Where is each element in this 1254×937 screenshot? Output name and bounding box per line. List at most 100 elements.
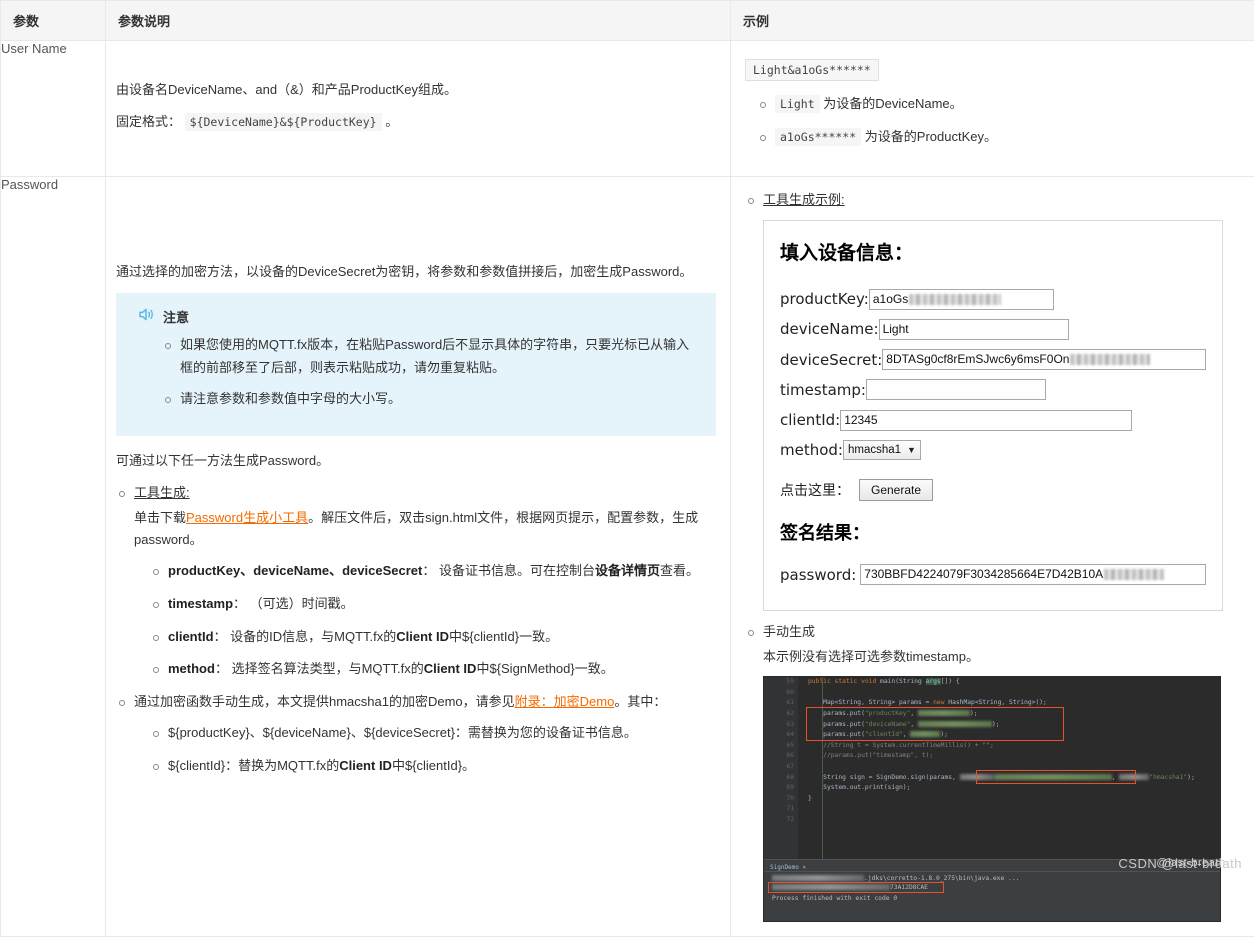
line-number: 69 bbox=[764, 783, 798, 794]
code-screenshot: 59 60 61 62 63 64 65 66 67 bbox=[763, 676, 1221, 922]
code-line: //String t = System.currentTimeMillis() … bbox=[808, 741, 1220, 752]
speaker-icon bbox=[138, 307, 155, 325]
manual-item2-post: 中${clientId}。 bbox=[392, 758, 475, 773]
redacted-mask bbox=[909, 294, 1001, 305]
tool-widget-title: 填入设备信息： bbox=[780, 237, 1206, 270]
list-item: 请注意参数和参数值中字母的大小写。 bbox=[164, 388, 698, 411]
note-list: 如果您使用的MQTT.fx版本，在粘贴Password后不显示具体的字符串，只要… bbox=[134, 334, 698, 411]
code-line: params.put("productKey", ); bbox=[808, 709, 1220, 720]
tool-example-title: 工具生成示例: bbox=[763, 192, 845, 207]
line-number: 62 bbox=[764, 709, 798, 720]
method-select[interactable]: hmacsha1 ▼ bbox=[843, 440, 921, 460]
manual-example-item: 手动生成 本示例没有选择可选参数timestamp。 59 60 61 62 bbox=[747, 621, 1240, 923]
productkey-label: productKey: bbox=[780, 286, 869, 312]
method-manual: 通过加密函数手动生成，本文提供hmacsha1的加密Demo，请参见附录：加密D… bbox=[118, 691, 716, 777]
line-number: 61 bbox=[764, 698, 798, 709]
clientid-value: 12345 bbox=[844, 411, 877, 430]
close-icon[interactable]: × bbox=[803, 864, 807, 871]
console-output-text: 73A12D8CAE bbox=[890, 884, 928, 891]
sep: ： bbox=[422, 563, 435, 578]
param-text-pre: 设备的ID信息，与MQTT.fx的 bbox=[230, 629, 396, 644]
example-devicename-text: 为设备的DeviceName。 bbox=[823, 96, 962, 111]
method-tool: 工具生成: 单击下载Password生成小工具。解压文件后，双击sign.htm… bbox=[118, 482, 716, 681]
code-line: } bbox=[808, 794, 1220, 805]
example-productkey-code: a1oGs****** bbox=[775, 128, 861, 146]
productkey-value: a1oGs bbox=[873, 290, 908, 309]
watermark-overlay: @last-breath bbox=[1156, 857, 1225, 869]
password-result-value: 730BBFD4224079F3034285664E7D42B10A bbox=[864, 565, 1103, 584]
line-number: 68 bbox=[764, 773, 798, 784]
line-number: 63 bbox=[764, 720, 798, 731]
param-text-post: 中${SignMethod}一致。 bbox=[476, 661, 613, 676]
code-line bbox=[808, 815, 1220, 826]
description-username: 由设备名DeviceName、and（&）和产品ProductKey组成。 固定… bbox=[106, 41, 731, 177]
devicesecret-input[interactable]: 8DTASg0cf8rEmSJwc6y6msF0On bbox=[882, 349, 1206, 370]
username-desc-line1: 由设备名DeviceName、and（&）和产品ProductKey组成。 bbox=[116, 79, 716, 102]
username-format-period: 。 bbox=[385, 114, 398, 129]
appendix-demo-link[interactable]: 附录：加密Demo bbox=[515, 694, 615, 709]
manual-param-list: ${productKey}、${deviceName}、${deviceSecr… bbox=[134, 722, 716, 778]
field-row-clientid: clientId: 12345 bbox=[780, 407, 1206, 433]
param-text-bold: Client ID bbox=[396, 629, 449, 644]
param-text-post: 查看。 bbox=[660, 563, 699, 578]
code-lines: public static void main(String args[]) {… bbox=[808, 677, 1220, 825]
param-label-timestamp: timestamp bbox=[168, 596, 233, 611]
clientid-label: clientId: bbox=[780, 407, 840, 433]
list-item: ${productKey}、${deviceName}、${deviceSecr… bbox=[152, 722, 716, 745]
devicesecret-value: 8DTASg0cf8rEmSJwc6y6msF0On bbox=[886, 350, 1069, 369]
list-item: ${clientId}：替换为MQTT.fx的Client ID中${clien… bbox=[152, 755, 716, 778]
method-tool-body: 单击下载Password生成小工具。解压文件后，双击sign.html文件，根据… bbox=[134, 507, 716, 553]
list-item: clientId： 设备的ID信息，与MQTT.fx的Client ID中${c… bbox=[152, 626, 716, 649]
list-item: a1oGs****** 为设备的ProductKey。 bbox=[759, 126, 1240, 149]
code-line: public static void main(String args[]) { bbox=[808, 677, 1220, 688]
list-item: timestamp： （可选）时间戳。 bbox=[152, 593, 716, 616]
field-row-devicename: deviceName: Light bbox=[780, 316, 1206, 342]
code-line: params.put("deviceName", ); bbox=[808, 720, 1220, 731]
sep: ： bbox=[215, 661, 228, 676]
manual-example-note: 本示例没有选择可选参数timestamp。 bbox=[763, 646, 1240, 669]
code-line bbox=[808, 762, 1220, 773]
devicename-value: Light bbox=[883, 320, 909, 339]
param-text-bold: 设备详情页 bbox=[595, 563, 660, 578]
manual-item2-bold: Client ID bbox=[339, 758, 392, 773]
manual-example-title: 手动生成 bbox=[763, 624, 815, 639]
field-row-timestamp: timestamp: bbox=[780, 377, 1206, 403]
console-tab-label: SignDemo bbox=[770, 864, 799, 871]
line-number: 70 bbox=[764, 794, 798, 805]
clientid-input[interactable]: 12345 bbox=[840, 410, 1132, 431]
table-row-password: Password 通过选择的加密方法，以设备的DeviceSecret为密钥，将… bbox=[1, 177, 1254, 937]
generate-button[interactable]: Generate bbox=[859, 479, 933, 501]
timestamp-input[interactable] bbox=[866, 379, 1046, 400]
password-result-input[interactable]: 730BBFD4224079F3034285664E7D42B10A bbox=[860, 564, 1206, 585]
signature-result-title: 签名结果： bbox=[780, 518, 1206, 550]
code-line bbox=[808, 688, 1220, 699]
productkey-input[interactable]: a1oGs bbox=[869, 289, 1054, 310]
password-intro: 通过选择的加密方法，以设备的DeviceSecret为密钥，将参数和参数值拼接后… bbox=[116, 261, 716, 284]
line-number: 60 bbox=[764, 688, 798, 699]
generate-row: 点击这里： Generate bbox=[780, 478, 1206, 503]
code-line: String sign = SignDemo.sign(params, , "h… bbox=[808, 773, 1220, 784]
example-username: Light&a1oGs****** Light 为设备的DeviceName。 … bbox=[731, 41, 1254, 177]
header-example: 示例 bbox=[731, 1, 1254, 41]
list-item: Light 为设备的DeviceName。 bbox=[759, 93, 1240, 116]
param-text-post: 中${clientId}一致。 bbox=[449, 629, 558, 644]
code-line: params.put("clientId", ); bbox=[808, 730, 1220, 741]
click-here-label: 点击这里： bbox=[780, 478, 850, 503]
devicename-label: deviceName: bbox=[780, 316, 879, 342]
username-example-list: Light 为设备的DeviceName。 a1oGs****** 为设备的Pr… bbox=[745, 93, 1240, 149]
sep: ： bbox=[233, 596, 246, 611]
list-item: method： 选择签名算法类型，与MQTT.fx的Client ID中${Si… bbox=[152, 658, 716, 681]
param-label-clientid: clientId bbox=[168, 629, 214, 644]
redacted-mask bbox=[1104, 569, 1164, 580]
devicename-input[interactable]: Light bbox=[879, 319, 1069, 340]
param-text-pre: 选择签名算法类型，与MQTT.fx的 bbox=[232, 661, 424, 676]
manual-body-pre: 通过加密函数手动生成，本文提供hmacsha1的加密Demo，请参见 bbox=[134, 694, 515, 709]
password-methods-list: 工具生成: 单击下载Password生成小工具。解压文件后，双击sign.htm… bbox=[116, 482, 716, 778]
example-devicename-code: Light bbox=[775, 95, 820, 113]
password-tool-download-link[interactable]: Password生成小工具 bbox=[186, 510, 308, 525]
csdn-watermark: CSDN @last-breath @last-breath bbox=[1118, 856, 1242, 871]
note-box: 注意 如果您使用的MQTT.fx版本，在粘贴Password后不显示具体的字符串… bbox=[116, 293, 716, 436]
param-text-pre: 设备证书信息。可在控制台 bbox=[439, 563, 595, 578]
field-row-productkey: productKey: a1oGs bbox=[780, 286, 1206, 312]
redacted-mask bbox=[1070, 354, 1150, 365]
